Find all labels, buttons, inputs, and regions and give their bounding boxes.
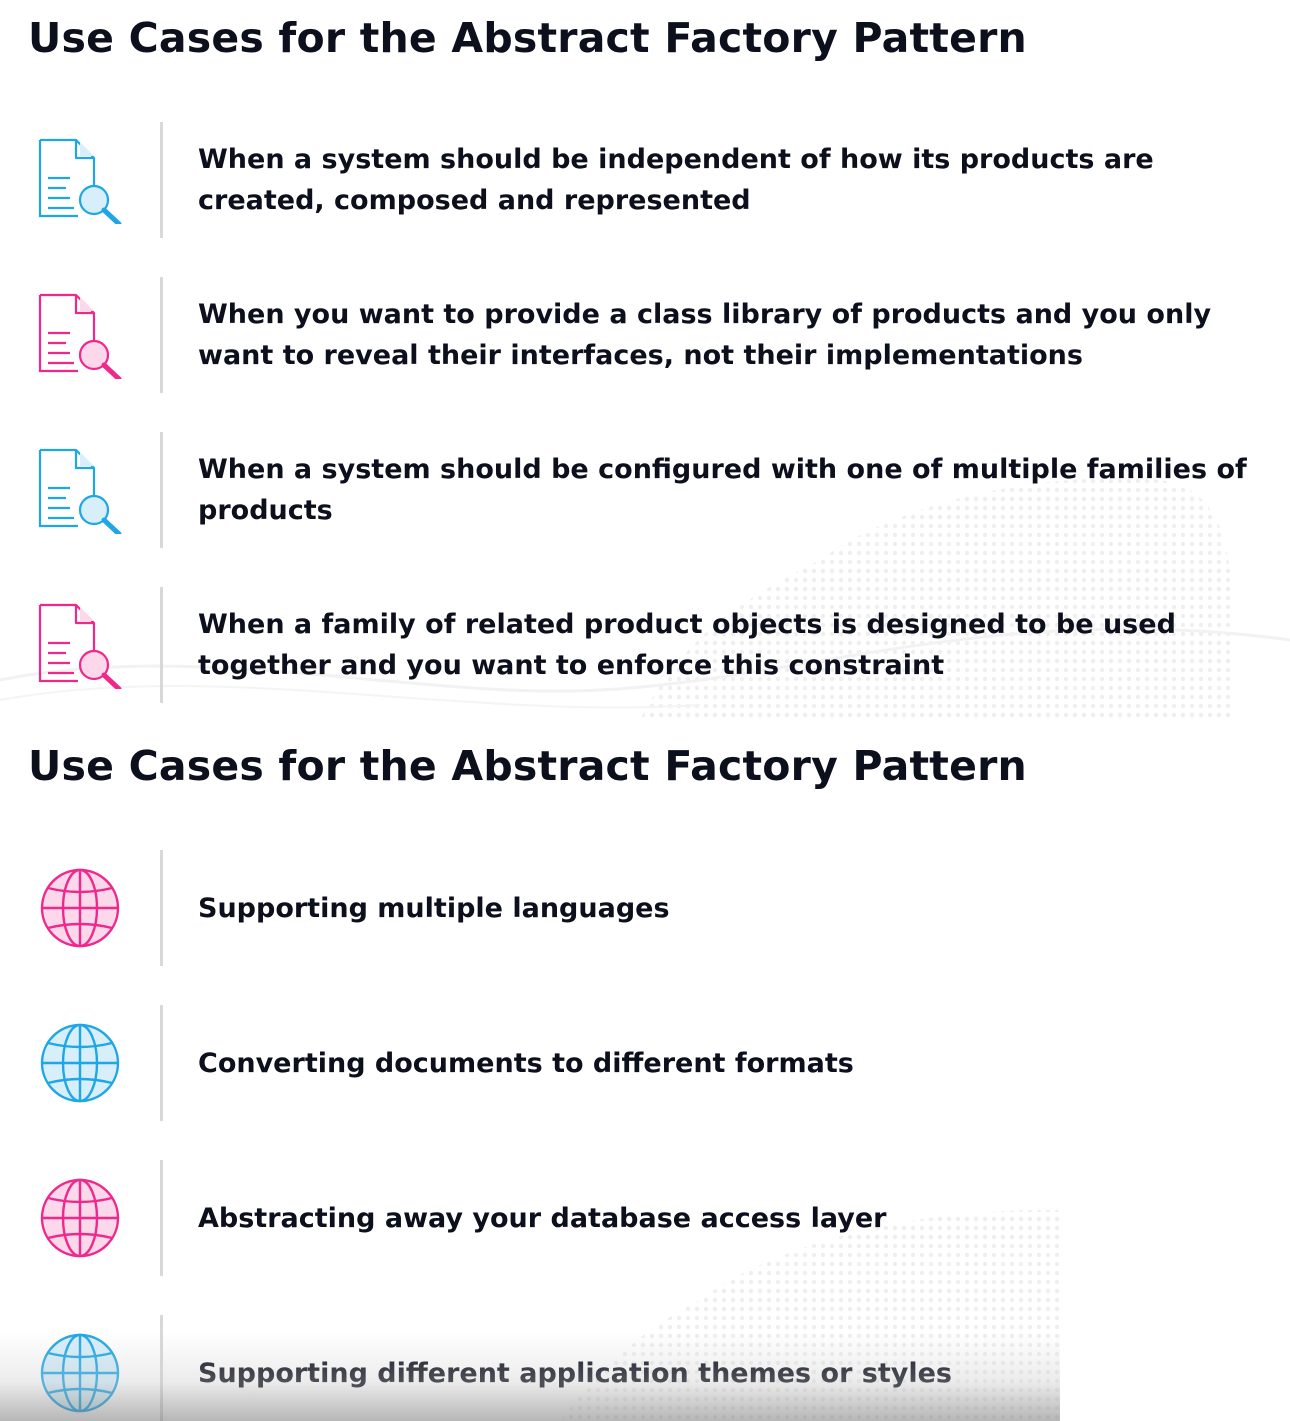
list-item: When a system should be independent of h…: [0, 122, 1290, 238]
list-item: Converting documents to different format…: [0, 1005, 1290, 1121]
globe-icon: [40, 1333, 120, 1413]
list-item-text: When you want to provide a class library…: [198, 299, 1212, 371]
globe-icon: [40, 868, 120, 948]
divider: [160, 1315, 163, 1421]
document-search-icon: [38, 138, 122, 224]
list-item-text: When a system should be independent of h…: [198, 144, 1154, 216]
list-item: Supporting different application themes …: [0, 1315, 1290, 1421]
globe-icon: [40, 1178, 120, 1258]
list-item: When you want to provide a class library…: [0, 277, 1290, 393]
globe-icon: [40, 1023, 120, 1103]
list-item-text: When a system should be configured with …: [198, 454, 1247, 526]
document-search-icon: [38, 448, 122, 534]
list-item-text: Abstracting away your database access la…: [198, 1202, 887, 1234]
divider: [160, 850, 163, 966]
document-search-icon: [38, 603, 122, 689]
list-item-text: Supporting different application themes …: [198, 1357, 952, 1389]
divider: [160, 277, 163, 393]
list-item-text: When a family of related product objects…: [198, 609, 1176, 681]
divider: [160, 587, 163, 703]
slide-title: Use Cases for the Abstract Factory Patte…: [28, 14, 1027, 62]
list-item: When a family of related product objects…: [0, 587, 1290, 703]
list-item: Supporting multiple languages: [0, 850, 1290, 966]
slide-2: Use Cases for the Abstract Factory Patte…: [0, 720, 1290, 1421]
slide-1: Use Cases for the Abstract Factory Patte…: [0, 0, 1290, 720]
slide-title: Use Cases for the Abstract Factory Patte…: [28, 742, 1027, 790]
divider: [160, 122, 163, 238]
document-search-icon: [38, 293, 122, 379]
divider: [160, 432, 163, 548]
divider: [160, 1160, 163, 1276]
list-item-text: Supporting multiple languages: [198, 892, 670, 924]
divider: [160, 1005, 163, 1121]
list-item: When a system should be configured with …: [0, 432, 1290, 548]
list-item: Abstracting away your database access la…: [0, 1160, 1290, 1276]
list-item-text: Converting documents to different format…: [198, 1047, 854, 1079]
